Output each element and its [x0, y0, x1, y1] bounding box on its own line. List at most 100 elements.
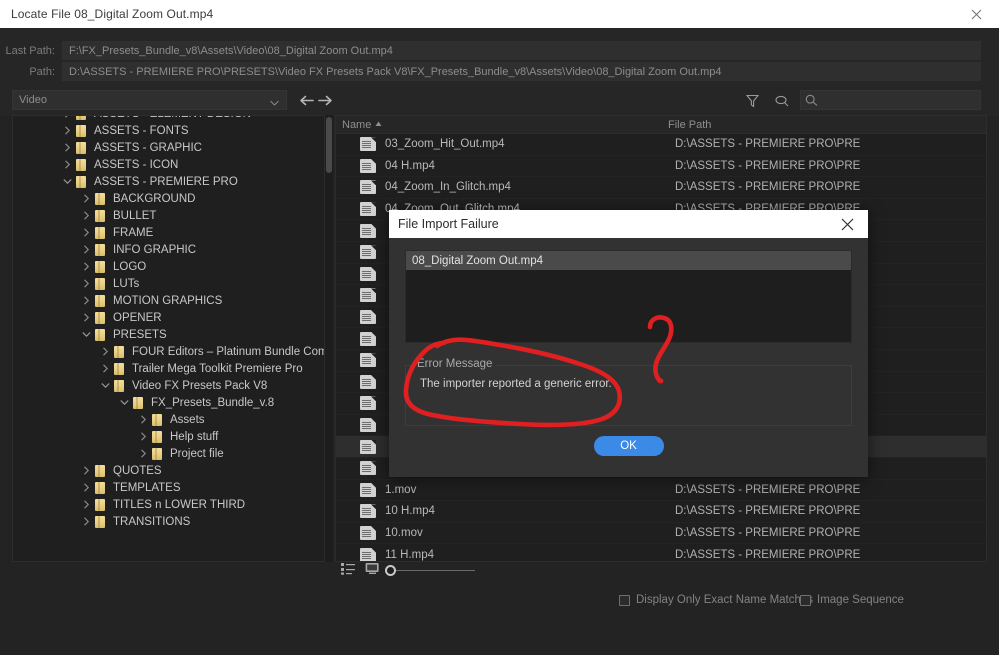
table-row[interactable]: 04_Zoom_In_Glitch.mp4 D:\ASSETS - PREMIER… [336, 177, 986, 199]
filter-icon[interactable] [743, 91, 762, 110]
chevron-right-icon[interactable] [137, 432, 150, 441]
dialog-ok-button[interactable]: OK [593, 436, 664, 456]
chevron-right-icon[interactable] [99, 347, 112, 356]
tree-item[interactable]: PRESETS [13, 326, 324, 343]
tree-scrollbar[interactable] [325, 115, 333, 562]
last-path-row: Last Path: F:\FX_Presets_Bundle_v8\Asset… [0, 41, 999, 60]
folder-icon [93, 260, 108, 273]
chevron-down-icon[interactable] [99, 382, 112, 389]
arrow-right-icon[interactable] [316, 92, 334, 108]
tree-item-label: ASSETS - ICON [94, 158, 179, 171]
tree-item-label: Assets [170, 413, 205, 426]
chevron-down-icon[interactable] [118, 399, 131, 406]
tree-item[interactable]: ASSETS - GRAPHIC [13, 139, 324, 156]
chevron-right-icon[interactable] [80, 296, 93, 305]
chevron-right-icon[interactable] [61, 143, 74, 152]
file-path-cell: D:\ASSETS - PREMIERE PRO\PRE [675, 159, 861, 172]
tree-item[interactable]: Project file [13, 445, 324, 462]
exact-name-matches-label: Display Only Exact Name Matches [636, 594, 814, 606]
arrow-left-icon[interactable] [297, 92, 315, 108]
thumbnail-size-slider[interactable] [385, 565, 475, 577]
tree-item[interactable]: Trailer Mega Toolkit Premiere Pro [13, 360, 324, 377]
table-row[interactable]: 1.mov D:\ASSETS - PREMIERE PRO\PRE [336, 480, 986, 502]
chevron-right-icon[interactable] [80, 194, 93, 203]
tree-scrollbar-thumb[interactable] [326, 117, 332, 173]
column-header-path[interactable]: File Path [666, 119, 986, 131]
chevron-right-icon[interactable] [61, 116, 74, 118]
tree-item[interactable]: ASSETS - FONTS [13, 122, 324, 139]
tree-item-label: ASSETS - FONTS [94, 124, 189, 137]
column-header-name[interactable]: Name [336, 119, 666, 131]
chevron-right-icon[interactable] [80, 517, 93, 526]
file-path-cell: D:\ASSETS - PREMIERE PRO\PRE [675, 526, 861, 539]
magnifier-icon[interactable] [772, 91, 791, 110]
tree-item[interactable]: TITLES n LOWER THIRD [13, 496, 324, 513]
tree-item[interactable]: Assets [13, 411, 324, 428]
exact-name-matches-checkbox[interactable]: Display Only Exact Name Matches [619, 594, 813, 606]
tree-item[interactable]: INFO GRAPHIC [13, 241, 324, 258]
tree-item[interactable]: FRAME [13, 224, 324, 241]
folder-icon [93, 243, 108, 256]
tree-item[interactable]: FX_Presets_Bundle_v.8 [13, 394, 324, 411]
video-file-icon [360, 202, 376, 217]
folder-tree[interactable]: ASSETS - ELEMENT DESIGN ASSETS - FONTS ASS… [12, 115, 325, 562]
tree-item[interactable]: QUOTES [13, 462, 324, 479]
tree-item[interactable]: TEMPLATES [13, 479, 324, 496]
chevron-down-icon[interactable] [61, 178, 74, 185]
failed-file-item[interactable]: 08_Digital Zoom Out.mp4 [406, 251, 851, 270]
chevron-right-icon[interactable] [99, 364, 112, 373]
tree-item[interactable]: LOGO [13, 258, 324, 275]
chevron-right-icon[interactable] [80, 466, 93, 475]
tree-item[interactable]: TRANSITIONS [13, 513, 324, 530]
tree-item[interactable]: BACKGROUND [13, 190, 324, 207]
chevron-right-icon[interactable] [80, 245, 93, 254]
tree-item-label: TITLES n LOWER THIRD [113, 498, 246, 511]
chevron-right-icon[interactable] [137, 449, 150, 458]
table-row[interactable]: 03_Zoom_Hit_Out.mp4 D:\ASSETS - PREMIERE … [336, 134, 986, 156]
tree-item[interactable]: LUTs [13, 275, 324, 292]
tree-item[interactable]: Help stuff [13, 428, 324, 445]
chevron-down-icon[interactable] [80, 331, 93, 338]
tree-item[interactable]: Video FX Presets Pack V8 [13, 377, 324, 394]
last-path-field[interactable]: F:\FX_Presets_Bundle_v8\Assets\Video\08_… [62, 41, 981, 60]
tree-item[interactable]: ASSETS - PREMIERE PRO [13, 173, 324, 190]
chevron-right-icon[interactable] [80, 500, 93, 509]
chevron-right-icon[interactable] [80, 228, 93, 237]
folder-icon [93, 192, 108, 205]
image-sequence-checkbox[interactable]: Image Sequence [800, 594, 904, 606]
chevron-right-icon[interactable] [80, 211, 93, 220]
tree-item-label: INFO GRAPHIC [113, 243, 197, 256]
file-type-dropdown[interactable]: Video [12, 90, 287, 110]
chevron-right-icon[interactable] [80, 483, 93, 492]
chevron-right-icon[interactable] [80, 262, 93, 271]
tree-item-label: QUOTES [113, 464, 162, 477]
folder-icon [93, 498, 108, 511]
table-row[interactable]: 10.mov D:\ASSETS - PREMIERE PRO\PRE [336, 523, 986, 545]
tree-item[interactable]: FOUR Editors – Platinum Bundle Complet [13, 343, 324, 360]
chevron-right-icon[interactable] [137, 415, 150, 424]
tree-item[interactable]: ASSETS - ELEMENT DESIGN [13, 116, 324, 122]
tree-item-label: PRESETS [113, 328, 167, 341]
table-row[interactable]: 04 H.mp4 D:\ASSETS - PREMIERE PRO\PRE [336, 156, 986, 178]
list-view-icon[interactable] [341, 562, 358, 577]
tree-item[interactable]: OPENER [13, 309, 324, 326]
file-path-cell: D:\ASSETS - PREMIERE PRO\PRE [675, 138, 861, 151]
tree-item[interactable]: ASSETS - ICON [13, 156, 324, 173]
tree-item-label: OPENER [113, 311, 162, 324]
table-row[interactable]: 10 H.mp4 D:\ASSETS - PREMIERE PRO\PRE [336, 501, 986, 523]
slider-track [394, 570, 475, 571]
chevron-right-icon[interactable] [80, 313, 93, 322]
tree-item[interactable]: MOTION GRAPHICS [13, 292, 324, 309]
close-icon[interactable] [832, 210, 862, 238]
tree-item[interactable]: BULLET [13, 207, 324, 224]
path-field[interactable]: D:\ASSETS - PREMIERE PRO\PRESETS\Video F… [62, 62, 981, 81]
chevron-right-icon[interactable] [61, 160, 74, 169]
thumbnail-view-icon[interactable] [365, 562, 382, 577]
slider-knob[interactable] [385, 565, 396, 576]
image-sequence-label: Image Sequence [817, 594, 904, 606]
chevron-right-icon[interactable] [80, 279, 93, 288]
failed-file-list[interactable]: 08_Digital Zoom Out.mp4 [405, 250, 852, 343]
search-input[interactable] [800, 90, 981, 110]
chevron-right-icon[interactable] [61, 126, 74, 135]
close-icon[interactable] [953, 0, 999, 28]
